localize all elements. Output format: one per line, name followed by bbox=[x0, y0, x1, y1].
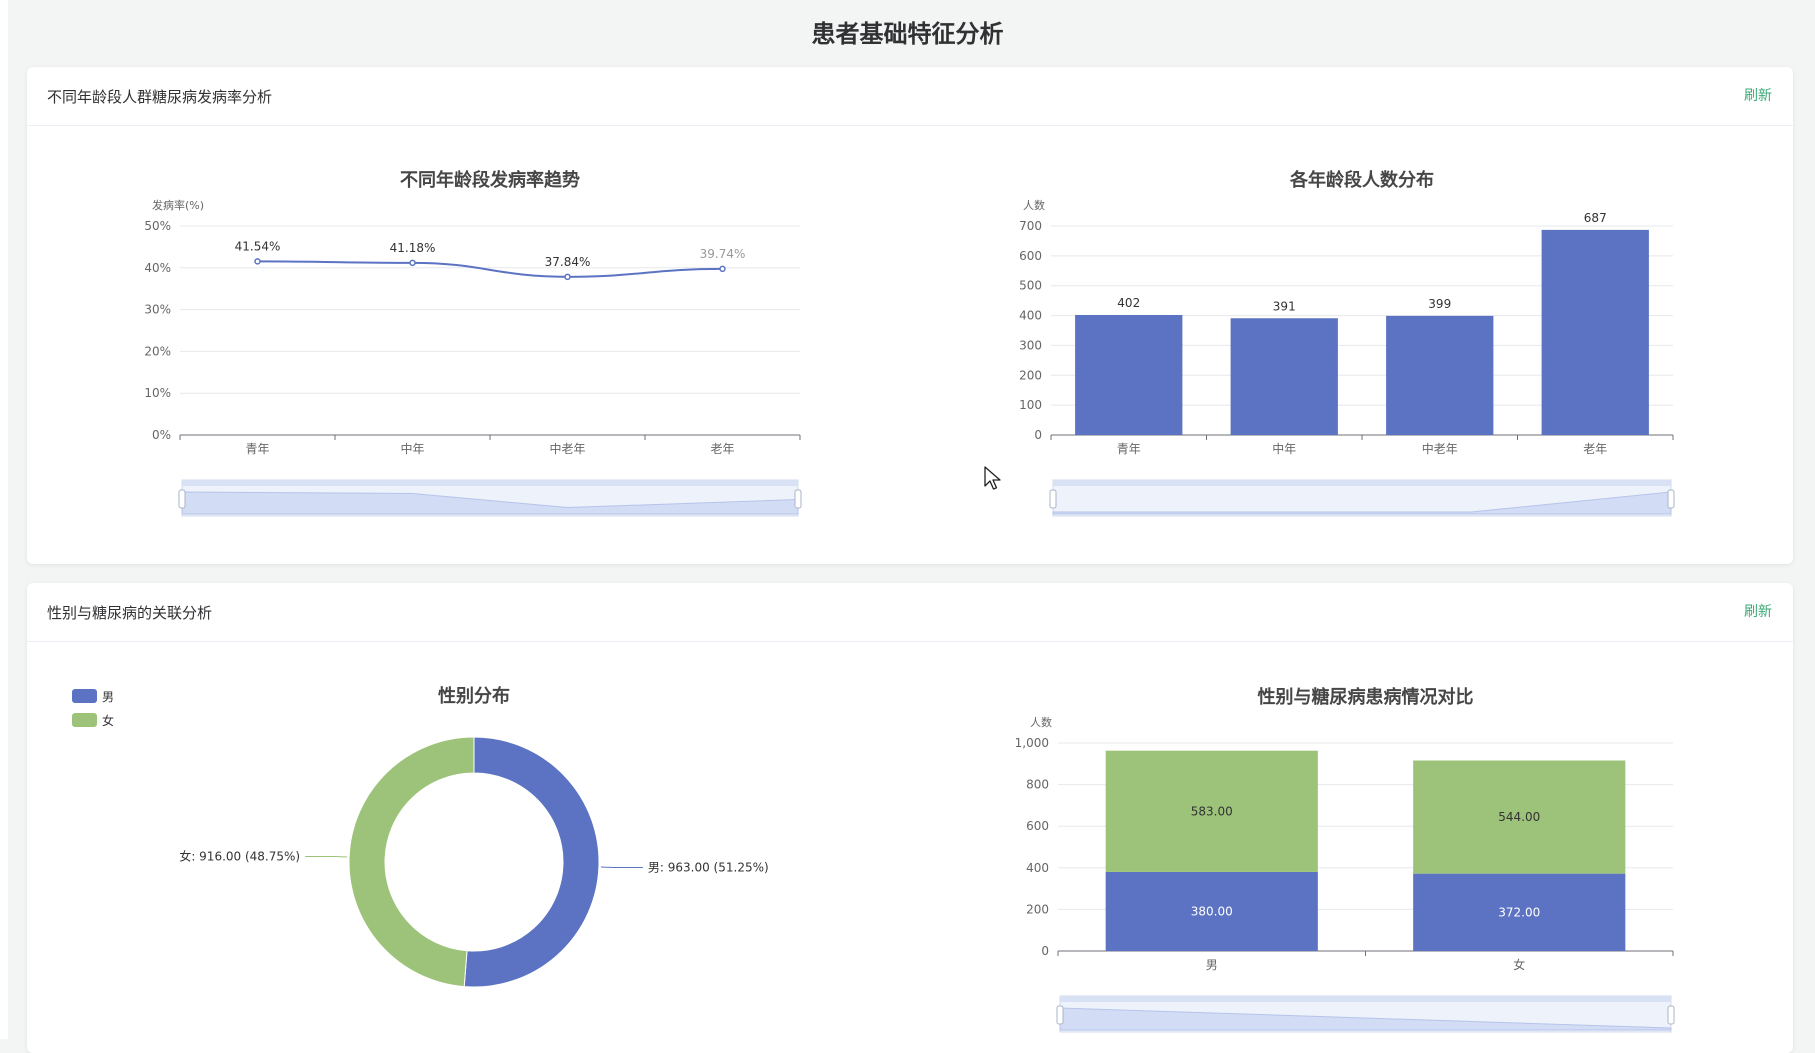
card-title: 不同年龄段人群糖尿病发病率分析 bbox=[47, 86, 272, 107]
y-tick-label: 600 bbox=[1026, 819, 1049, 833]
x-tick-label: 老年 bbox=[710, 442, 734, 456]
legend-swatch bbox=[72, 689, 97, 703]
data-point bbox=[255, 259, 260, 264]
chart-title: 性别与糖尿病患病情况对比 bbox=[1258, 686, 1474, 708]
segment-value-label: 372.00 bbox=[1498, 905, 1540, 919]
data-label: 37.84% bbox=[545, 255, 591, 269]
gender-diabetes-stacked-bar-chart: 0 200 400 600 800 1,000 男 女 人数 性别与糖尿病患病情况对比 380.00… bbox=[990, 677, 1710, 1039]
y-tick-label: 100 bbox=[1019, 398, 1042, 412]
y-tick-label: 0 bbox=[1034, 428, 1042, 442]
age-count-bar-chart: 0 100 200 300 400 500 600 700 青年 中年 中老年 老年 人数 各年龄段人数分… bbox=[990, 160, 1690, 530]
y-tick-label: 40% bbox=[144, 261, 171, 275]
slice-label: 男: 963.00 (51.25%) bbox=[648, 860, 769, 874]
data-label: 41.18% bbox=[390, 241, 436, 255]
pie-slice bbox=[464, 737, 599, 987]
data-label: 39.74% bbox=[700, 247, 746, 261]
x-tick-label: 青年 bbox=[245, 442, 269, 456]
data-label: 41.54% bbox=[235, 239, 281, 253]
y-axis-name: 人数 bbox=[1030, 716, 1052, 729]
y-tick-label: 1,000 bbox=[1015, 736, 1049, 750]
bar bbox=[1386, 316, 1493, 435]
datazoom-top-bar bbox=[182, 480, 798, 486]
x-tick-label: 中老年 bbox=[1422, 441, 1458, 456]
datazoom-handle-right bbox=[1668, 1006, 1674, 1024]
bar-value-label: 391 bbox=[1273, 299, 1296, 313]
y-axis-name: 发病率(%) bbox=[152, 198, 204, 212]
y-tick-label: 700 bbox=[1019, 219, 1042, 233]
y-tick-label: 0% bbox=[152, 428, 171, 442]
datazoom-handle-right bbox=[795, 490, 801, 508]
y-tick-label: 600 bbox=[1019, 249, 1042, 263]
pie-slice bbox=[349, 737, 474, 987]
gender-donut-chart: 性别分布 男女男: 963.00 (51.25%) 女: 916.00 (48.75… bbox=[60, 670, 840, 1039]
y-tick-label: 400 bbox=[1019, 309, 1042, 323]
y-tick-label: 0 bbox=[1041, 944, 1049, 958]
segment-value-label: 380.00 bbox=[1191, 904, 1233, 918]
x-tick-label: 中年 bbox=[400, 441, 424, 456]
y-tick-label: 200 bbox=[1019, 368, 1042, 382]
x-tick-label: 中年 bbox=[1272, 441, 1296, 456]
datazoom-top-bar bbox=[1053, 480, 1671, 486]
x-tick-label: 中老年 bbox=[549, 441, 585, 456]
y-tick-label: 20% bbox=[144, 344, 171, 358]
y-tick-label: 10% bbox=[144, 386, 171, 400]
datazoom-handle-right bbox=[1668, 490, 1674, 508]
page-title: 患者基础特征分析 bbox=[0, 14, 1815, 49]
refresh-button[interactable]: 刷新 bbox=[1744, 85, 1772, 105]
legend-label: 女 bbox=[102, 713, 114, 728]
y-tick-label: 500 bbox=[1019, 279, 1042, 293]
x-tick-label: 女 bbox=[1513, 957, 1525, 972]
refresh-button[interactable]: 刷新 bbox=[1744, 601, 1772, 621]
bar-value-label: 687 bbox=[1584, 211, 1607, 225]
page-left-strip bbox=[0, 0, 8, 1039]
y-tick-label: 800 bbox=[1026, 778, 1049, 792]
bar bbox=[1542, 230, 1649, 435]
x-tick-label: 老年 bbox=[1583, 442, 1607, 456]
datazoom-top-bar bbox=[1060, 996, 1671, 1002]
segment-value-label: 583.00 bbox=[1191, 804, 1233, 818]
card-header: 性别与糖尿病的关联分析 刷新 bbox=[27, 583, 1793, 642]
incidence-trend-line-chart: 0% 10% 20% 30% 40% 50% 青年 中年 中老年 老年 发病率(%) 不同年龄段发病率… bbox=[120, 160, 820, 530]
series-line bbox=[258, 261, 723, 276]
card-header: 不同年龄段人群糖尿病发病率分析 刷新 bbox=[27, 67, 1793, 126]
bar bbox=[1075, 315, 1182, 435]
datazoom-handle-left bbox=[179, 490, 185, 508]
chart-title: 不同年龄段发病率趋势 bbox=[400, 169, 580, 191]
data-point bbox=[565, 274, 570, 279]
bar-value-label: 402 bbox=[1117, 296, 1140, 310]
datazoom-handle-left bbox=[1057, 1006, 1063, 1024]
bar bbox=[1231, 318, 1338, 435]
segment-value-label: 544.00 bbox=[1498, 810, 1540, 824]
data-point bbox=[720, 266, 725, 271]
x-tick-label: 男 bbox=[1206, 958, 1218, 972]
y-tick-label: 30% bbox=[144, 303, 171, 317]
data-point bbox=[410, 260, 415, 265]
bar-value-label: 399 bbox=[1428, 297, 1451, 311]
y-tick-label: 400 bbox=[1026, 861, 1049, 875]
mouse-cursor-icon bbox=[984, 466, 1002, 492]
x-tick-label: 青年 bbox=[1117, 442, 1141, 456]
legend-label: 男 bbox=[102, 690, 114, 704]
datazoom-handle-left bbox=[1050, 490, 1056, 508]
chart-title: 性别分布 bbox=[438, 685, 510, 707]
slice-label: 女: 916.00 (48.75%) bbox=[179, 849, 300, 864]
y-tick-label: 200 bbox=[1026, 902, 1049, 916]
legend-swatch bbox=[72, 713, 97, 727]
y-tick-label: 300 bbox=[1019, 338, 1042, 352]
y-tick-label: 50% bbox=[144, 219, 171, 233]
y-axis-name: 人数 bbox=[1023, 199, 1045, 212]
card-title: 性别与糖尿病的关联分析 bbox=[47, 602, 212, 623]
chart-title: 各年龄段人数分布 bbox=[1289, 169, 1434, 191]
